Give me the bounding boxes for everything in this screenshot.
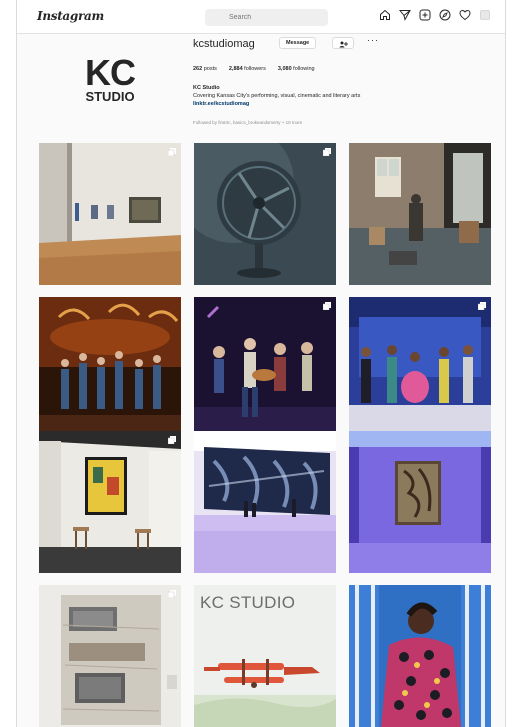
profile-username: kcstudiomag: [193, 38, 255, 50]
instagram-logo[interactable]: Instagram: [37, 9, 104, 23]
account-switcher-chevron-icon[interactable]: ⌄: [97, 11, 104, 20]
multiple-posts-icon: [168, 436, 176, 444]
new-post-icon[interactable]: [419, 9, 431, 21]
post-image: [39, 431, 181, 573]
post-fan-sculpture[interactable]: [194, 143, 336, 285]
cover-title: KC STUDIO: [200, 593, 296, 612]
following-stat[interactable]: 3,080 following: [278, 66, 315, 72]
profile-icon[interactable]: [479, 9, 491, 21]
post-blue-gallery[interactable]: [349, 431, 491, 573]
post-mural-dancers[interactable]: [194, 431, 336, 573]
multiple-posts-icon: [323, 302, 331, 310]
post-image: [349, 431, 491, 573]
post-image: [39, 143, 181, 285]
post-image: [349, 297, 491, 439]
follow-button[interactable]: [332, 37, 354, 49]
post-image: [194, 297, 336, 439]
avatar-logo-kc: KC: [85, 52, 136, 93]
post-gallery-yellow-painting[interactable]: [39, 431, 181, 573]
home-icon[interactable]: [379, 9, 391, 21]
top-navigation-bar: Instagram ⌄: [17, 0, 505, 34]
bio-text: Covering Kansas City's performing, visua…: [193, 93, 361, 99]
profile-avatar[interactable]: KC STUDIO: [77, 52, 143, 116]
post-stage-dancers[interactable]: [39, 297, 181, 439]
add-user-icon: [339, 41, 348, 47]
avatar-logo-studio: STUDIO: [85, 89, 135, 104]
bio-link[interactable]: linktr.ee/kcstudiomag: [193, 101, 249, 107]
post-image: [39, 297, 181, 439]
multiple-posts-icon: [168, 148, 176, 156]
activity-icon[interactable]: [459, 9, 471, 21]
multiple-posts-icon: [478, 302, 486, 310]
post-gallery-interior[interactable]: [39, 143, 181, 285]
post-image: [194, 431, 336, 573]
post-textile-art[interactable]: [39, 585, 181, 727]
browser-frame: Instagram ⌄ Search KC STUDIO kcstudiomag…: [16, 0, 506, 727]
explore-icon[interactable]: [439, 9, 451, 21]
more-options-icon[interactable]: ···: [367, 35, 379, 45]
followed-by-text[interactable]: Followed by firstrtc, basics_brokeandsme…: [193, 120, 302, 125]
followers-stat[interactable]: 2,884 followers: [229, 66, 266, 72]
direct-icon[interactable]: [399, 9, 411, 21]
nav-icons: [379, 9, 491, 21]
multiple-posts-icon: [168, 590, 176, 598]
post-portrait-patterned-dress[interactable]: [349, 585, 491, 727]
post-stage-musical[interactable]: [349, 297, 491, 439]
post-image: [349, 585, 491, 727]
posts-stat: 262 posts: [193, 66, 217, 72]
bio-name: KC Studio: [193, 85, 220, 91]
post-studio-room[interactable]: [349, 143, 491, 285]
post-image: [349, 143, 491, 285]
post-stage-musicians[interactable]: [194, 297, 336, 439]
post-image: [194, 143, 336, 285]
search-input[interactable]: [205, 9, 328, 26]
multiple-posts-icon: [323, 148, 331, 156]
profile-stats: 262 posts 2,884 followers 3,080 followin…: [193, 66, 315, 72]
post-kc-studio-cover[interactable]: KC STUDIO: [194, 585, 336, 727]
post-image: [39, 585, 181, 727]
message-button[interactable]: Message: [279, 37, 317, 49]
profile-header: KC STUDIO kcstudiomag Message ··· 262 po…: [17, 34, 505, 138]
